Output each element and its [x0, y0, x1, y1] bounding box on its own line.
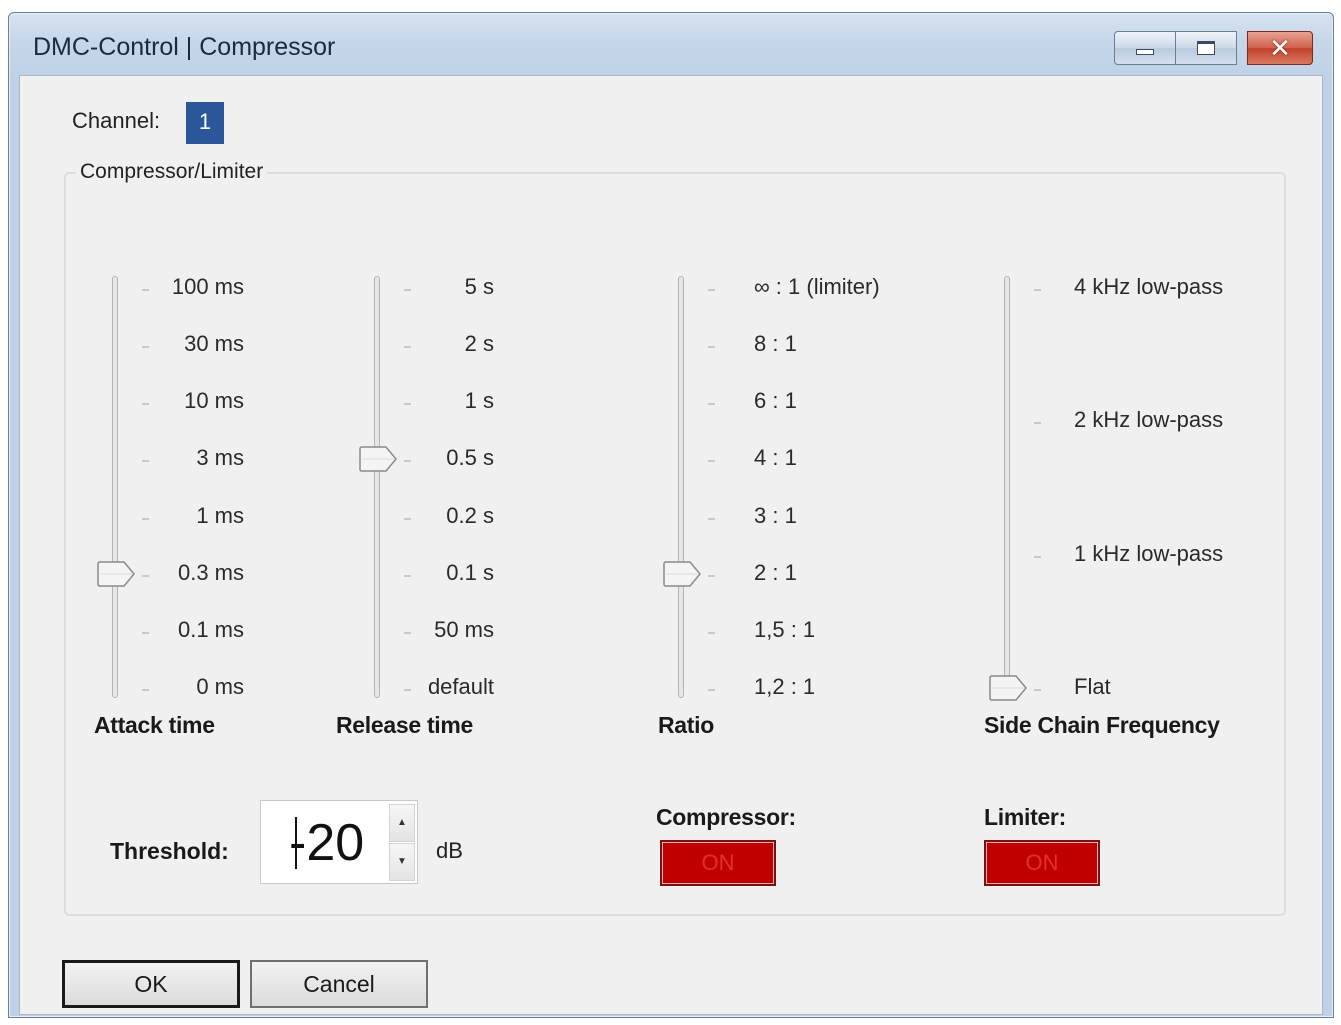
channel-label: Channel: [72, 108, 161, 133]
sidechain-tick-label: Flat [1074, 674, 1111, 699]
compressor-toggle-button[interactable]: ON [660, 840, 776, 886]
dialog-client-area: Channel: 1 Compressor/Limiter Attack tim… [19, 75, 1323, 1015]
attack-tick-label: 3 ms [196, 445, 244, 471]
attack-time-title: Attack time [94, 712, 215, 738]
attack-tick-mark [142, 403, 149, 406]
title-bar[interactable]: DMC-Control | Compressor ✕ [9, 13, 1333, 83]
threshold-numeric-input[interactable]: -20 ▲ ▼ [260, 800, 418, 884]
attack-tick-mark [142, 689, 149, 691]
attack-slider-track[interactable] [112, 276, 118, 698]
ratio-tick-mark [708, 574, 715, 577]
limiter-label: Limiter: [984, 804, 1066, 830]
attack-tick-label: 0.3 ms [177, 559, 244, 585]
release-tick-mark [404, 517, 411, 520]
minimize-icon [1136, 49, 1154, 55]
sidechain-tick-mark [1034, 555, 1041, 558]
ok-button[interactable]: OK [62, 960, 240, 1008]
release-tick-label: 5 s [464, 274, 494, 299]
ratio-tick-mark [708, 517, 715, 520]
threshold-label: Threshold: [110, 838, 229, 864]
close-button[interactable]: ✕ [1247, 31, 1313, 65]
sidechain-tick-mark [1034, 422, 1041, 425]
ratio-tick-mark [708, 631, 715, 634]
attack-tick-mark [142, 346, 149, 349]
release-time-title: Release time [336, 712, 474, 738]
threshold-value: -20 [289, 814, 365, 872]
ratio-tick-mark [708, 403, 715, 406]
release-tick-label: 2 s [464, 331, 494, 357]
ratio-tick-label: 2 : 1 [754, 559, 797, 585]
caption-buttons: ✕ [1114, 31, 1313, 65]
attack-tick-mark [142, 289, 149, 291]
attack-tick-label: 0 ms [196, 674, 244, 699]
release-tick-mark [404, 346, 411, 349]
threshold-unit: dB [436, 838, 463, 863]
attack-tick-mark [142, 517, 149, 520]
window-title: DMC-Control | Compressor [33, 33, 336, 61]
release-tick-label: 1 s [464, 388, 494, 414]
attack-tick-label: 100 ms [171, 274, 244, 299]
release-tick-label: 0.5 s [446, 445, 494, 471]
close-icon: ✕ [1269, 33, 1291, 63]
limiter-toggle-button[interactable]: ON [984, 840, 1100, 886]
release-tick-label: default [427, 674, 494, 699]
ratio-title: Ratio [658, 712, 715, 738]
sidechain-tick-label: 4 kHz low-pass [1074, 274, 1224, 299]
group-title: Compressor/Limiter [76, 160, 268, 184]
release-tick-mark [404, 403, 411, 406]
attack-tick-mark [142, 574, 149, 577]
side-chain-frequency-title: Side Chain Frequency [984, 712, 1220, 738]
attack-tick-label: 30 ms [184, 331, 244, 357]
ratio-tick-mark [708, 346, 715, 349]
sidechain-tick-label: 1 kHz low-pass [1074, 540, 1224, 566]
attack-slider-thumb[interactable] [96, 560, 136, 587]
ratio-slider-track[interactable] [678, 276, 684, 698]
release-tick-mark [404, 689, 411, 691]
ratio-tick-label: 1,5 : 1 [754, 616, 816, 642]
attack-tick-label: 0.1 ms [177, 616, 244, 642]
release-slider-thumb[interactable] [358, 446, 398, 473]
attack-tick-mark [142, 631, 149, 634]
ratio-tick-mark [708, 689, 715, 691]
sidechain-tick-mark [1034, 689, 1041, 691]
maximize-button[interactable] [1175, 31, 1237, 65]
attack-tick-label: 10 ms [184, 388, 244, 414]
ratio-tick-mark [708, 460, 715, 463]
ratio-tick-label: 3 : 1 [754, 502, 797, 528]
cancel-button[interactable]: Cancel [250, 960, 428, 1008]
release-tick-mark [404, 631, 411, 634]
ratio-tick-label: 4 : 1 [754, 445, 797, 471]
minimize-button[interactable] [1114, 31, 1176, 65]
spin-up-button[interactable]: ▲ [389, 804, 415, 842]
release-tick-mark [404, 289, 411, 291]
release-slider-track[interactable] [374, 276, 380, 698]
release-tick-label: 50 ms [434, 616, 494, 642]
dialog-window: DMC-Control | Compressor ✕ Channel: 1 Co… [8, 12, 1334, 1018]
sidechain-tick-mark [1034, 289, 1041, 291]
ratio-tick-label: 8 : 1 [754, 331, 797, 357]
ratio-tick-mark [708, 289, 715, 291]
attack-tick-mark [142, 460, 149, 463]
ratio-tick-label: ∞ : 1 (limiter) [754, 274, 880, 299]
sidechain-slider-track[interactable] [1004, 276, 1010, 698]
release-tick-label: 0.1 s [446, 559, 494, 585]
sidechain-tick-label: 2 kHz low-pass [1074, 407, 1224, 433]
arrow-up-icon: ▲ [397, 817, 407, 828]
attack-tick-label: 1 ms [196, 502, 244, 528]
arrow-down-icon: ▼ [397, 856, 407, 867]
release-tick-mark [404, 460, 411, 463]
release-tick-mark [404, 574, 411, 577]
ratio-tick-label: 1,2 : 1 [754, 674, 816, 699]
compressor-label: Compressor: [656, 804, 796, 830]
release-tick-label: 0.2 s [446, 502, 494, 528]
ratio-tick-label: 6 : 1 [754, 388, 797, 414]
maximize-icon [1197, 41, 1215, 55]
channel-value: 1 [186, 102, 224, 144]
ratio-slider-thumb[interactable] [662, 560, 702, 587]
sidechain-slider-thumb[interactable] [988, 675, 1028, 701]
spin-down-button[interactable]: ▼ [389, 843, 415, 881]
